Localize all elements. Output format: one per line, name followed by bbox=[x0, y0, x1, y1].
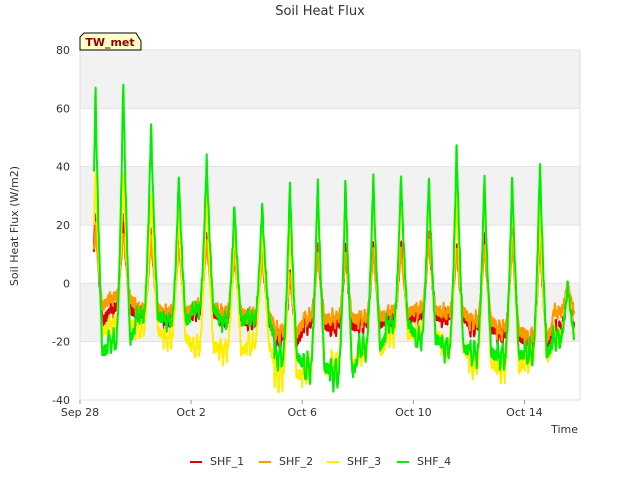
legend-label: SHF_4 bbox=[417, 455, 451, 468]
legend-label: SHF_1 bbox=[210, 455, 244, 468]
chart: Soil Heat Flux -40-20020406080 Sep 28 Oct… bbox=[8, 4, 581, 468]
y-axis-ticks: -40-20020406080 bbox=[52, 44, 70, 407]
plot-band bbox=[80, 166, 580, 225]
x-tick-label: Oct 6 bbox=[287, 406, 317, 419]
y-tick-label: -20 bbox=[52, 336, 70, 349]
legend-label: SHF_3 bbox=[347, 455, 381, 468]
y-tick-label: 60 bbox=[56, 102, 70, 115]
y-tick-label: 40 bbox=[56, 161, 70, 174]
chart-title: Soil Heat Flux bbox=[275, 4, 365, 19]
x-axis-label: Time bbox=[550, 423, 578, 436]
legend-item-shf_2: SHF_2 bbox=[259, 455, 313, 468]
x-tick-label: Oct 10 bbox=[395, 406, 432, 419]
y-tick-label: 0 bbox=[63, 277, 70, 290]
y-axis-label: Soil Heat Flux (W/m2) bbox=[8, 166, 21, 286]
badge-label: TW_met bbox=[85, 36, 134, 49]
legend-item-shf_1: SHF_1 bbox=[190, 455, 244, 468]
x-tick-label: Sep 28 bbox=[61, 406, 99, 419]
legend-item-shf_3: SHF_3 bbox=[327, 455, 381, 468]
y-tick-label: 80 bbox=[56, 44, 70, 57]
plot-band bbox=[80, 50, 580, 109]
plot-band bbox=[80, 108, 580, 167]
x-tick-label: Oct 14 bbox=[506, 406, 543, 419]
legend-label: SHF_2 bbox=[279, 455, 313, 468]
y-tick-label: 20 bbox=[56, 219, 70, 232]
x-axis-ticks: Sep 28 Oct 2 Oct 6 Oct 10 Oct 14 bbox=[61, 400, 543, 419]
legend: SHF_1 SHF_2 SHF_3 SHF_4 bbox=[190, 455, 451, 468]
x-tick-label: Oct 2 bbox=[176, 406, 206, 419]
station-badge: TW_met bbox=[79, 32, 142, 51]
legend-item-shf_4: SHF_4 bbox=[397, 455, 451, 468]
